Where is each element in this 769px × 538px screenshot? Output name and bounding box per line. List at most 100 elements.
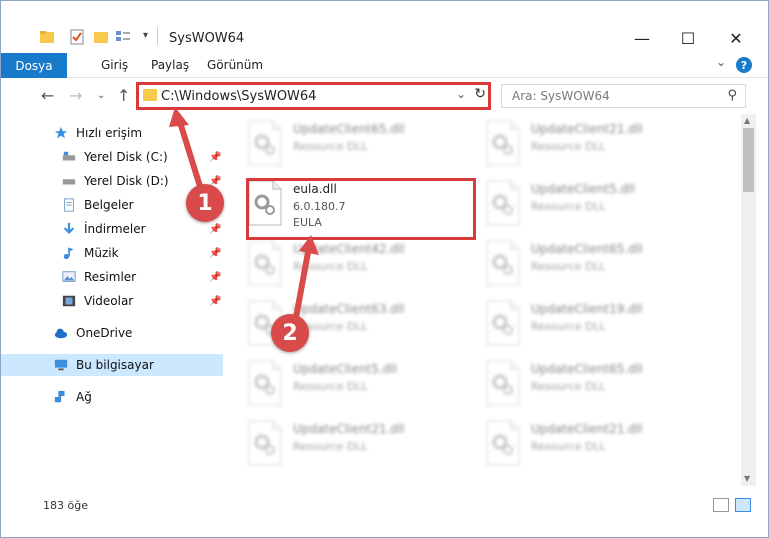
dll-file-icon	[486, 180, 520, 226]
maximize-button[interactable]: ☐	[665, 23, 711, 53]
sidebar-item-music[interactable]: Müzik 📌	[1, 242, 223, 264]
customize-toolbar-icon[interactable]: ▾	[143, 30, 148, 41]
search-box[interactable]: Ara: SysWOW64 ⚲	[501, 84, 746, 108]
close-button[interactable]: ✕	[713, 23, 759, 53]
window-title: SysWOW64	[169, 31, 245, 46]
dll-file-icon	[248, 120, 282, 166]
dll-file-icon	[248, 360, 282, 406]
tab-view[interactable]: Görünüm	[207, 58, 263, 72]
drive-icon	[62, 151, 76, 161]
sidebar-item-network[interactable]: Ağ	[1, 386, 223, 408]
dll-file-icon	[486, 300, 520, 346]
vertical-scrollbar[interactable]: ▲ ▼	[741, 114, 756, 486]
search-icon[interactable]: ⚲	[727, 88, 737, 103]
pin-icon[interactable]: 📌	[209, 224, 221, 235]
file-name: UpdateClient65.dll	[293, 122, 405, 136]
file-description: Resource DLL	[531, 320, 606, 333]
status-bar: 183 öğe	[1, 495, 768, 517]
ribbon-tabs: Dosya Giriş Paylaş Görünüm ⌄ ?	[1, 53, 768, 78]
sidebar-item-this-pc[interactable]: Bu bilgisayar	[1, 354, 223, 376]
file-item[interactable]: UpdateClient21.dll Resource DLL	[485, 418, 710, 476]
tab-share[interactable]: Paylaş	[151, 58, 189, 72]
view-options-icon[interactable]	[115, 29, 133, 45]
minimize-button[interactable]: —	[619, 23, 665, 53]
file-description: Resource DLL	[531, 260, 606, 273]
dll-file-icon	[486, 120, 520, 166]
forward-arrow-icon[interactable]: →	[69, 86, 82, 105]
sidebar-item-label: Belgeler	[84, 198, 134, 212]
title-bar: ▾ SysWOW64 — ☐ ✕	[1, 1, 768, 51]
sidebar-item-pictures[interactable]: Resimler 📌	[1, 266, 223, 288]
dll-file-icon	[248, 420, 282, 466]
dll-file-icon	[486, 420, 520, 466]
file-item[interactable]: UpdateClient19.dll Resource DLL	[485, 298, 710, 356]
file-item[interactable]: UpdateClient5.dll Resource DLL	[247, 358, 472, 416]
sidebar-item-label: Müzik	[84, 246, 119, 260]
dll-file-icon	[486, 240, 520, 286]
file-item[interactable]: UpdateClient21.dll Resource DLL	[247, 418, 472, 476]
pin-icon[interactable]: 📌	[209, 248, 221, 259]
search-input[interactable]: Ara: SysWOW64	[512, 89, 610, 103]
details-view-icon[interactable]	[713, 498, 729, 512]
item-count: 183 öğe	[43, 499, 88, 512]
sidebar-item-label: Ağ	[76, 390, 92, 404]
tab-file[interactable]: Dosya	[1, 53, 67, 78]
file-name: UpdateClient5.dll	[531, 182, 635, 196]
new-folder-icon[interactable]	[93, 29, 109, 45]
file-description: Resource DLL	[531, 380, 606, 393]
sidebar-item-label: Hızlı erişim	[76, 126, 143, 140]
tiles-view-icon[interactable]	[735, 498, 751, 512]
properties-icon[interactable]	[69, 29, 85, 45]
file-item[interactable]: UpdateClient65.dll Resource DLL	[485, 238, 710, 296]
sidebar-item-label: Yerel Disk (C:)	[84, 150, 168, 164]
scroll-down-icon[interactable]: ▼	[744, 474, 750, 483]
step-badge-2: 2	[271, 314, 309, 352]
explorer-window: ▾ SysWOW64 — ☐ ✕ Dosya Giriş Paylaş Görü…	[0, 0, 769, 538]
sidebar-item-videos[interactable]: Videolar 📌	[1, 290, 223, 312]
music-icon	[63, 247, 74, 260]
file-name: UpdateClient21.dll	[531, 422, 643, 436]
file-description: Resource DLL	[531, 200, 606, 213]
sidebar-item-onedrive[interactable]: OneDrive	[1, 322, 223, 344]
file-description: Resource DLL	[293, 380, 368, 393]
download-icon	[63, 222, 75, 235]
network-icon	[54, 390, 65, 403]
file-name: UpdateClient19.dll	[531, 302, 643, 316]
pin-icon[interactable]: 📌	[209, 296, 221, 307]
file-item[interactable]: UpdateClient5.dll Resource DLL	[485, 178, 710, 236]
scroll-thumb[interactable]	[743, 128, 754, 192]
file-name: UpdateClient65.dll	[531, 362, 643, 376]
file-description: Resource DLL	[293, 140, 368, 153]
sidebar-item-label: İndirmeler	[84, 222, 146, 236]
tab-home[interactable]: Giriş	[101, 58, 128, 72]
recent-locations-icon[interactable]: ⌄	[97, 90, 105, 101]
documents-icon	[64, 198, 74, 212]
file-name: UpdateClient21.dll	[293, 422, 405, 436]
help-icon[interactable]: ?	[736, 57, 752, 73]
pin-icon[interactable]: 📌	[209, 272, 221, 283]
file-description: Resource DLL	[293, 440, 368, 453]
videos-icon	[62, 295, 76, 307]
computer-icon	[54, 359, 68, 371]
sidebar-item-label: OneDrive	[76, 326, 133, 340]
up-arrow-icon[interactable]: ↑	[117, 86, 130, 105]
scroll-up-icon[interactable]: ▲	[744, 116, 750, 125]
dll-file-icon	[486, 360, 520, 406]
star-icon	[54, 126, 68, 139]
file-item[interactable]: UpdateClient65.dll Resource DLL	[247, 118, 472, 176]
folder-icon	[40, 31, 54, 43]
sidebar-item-downloads[interactable]: İndirmeler 📌	[1, 218, 223, 240]
file-item[interactable]: UpdateClient21.dll Resource DLL	[485, 118, 710, 176]
file-item[interactable]: UpdateClient65.dll Resource DLL	[485, 358, 710, 416]
drive-icon	[62, 179, 76, 185]
sidebar-item-label: Videolar	[84, 294, 134, 308]
back-arrow-icon[interactable]: ←	[41, 86, 54, 105]
sidebar-item-label: Bu bilgisayar	[76, 358, 154, 372]
file-description: Resource DLL	[531, 140, 606, 153]
pictures-icon	[62, 271, 76, 282]
file-name: UpdateClient5.dll	[293, 362, 397, 376]
file-name: UpdateClient21.dll	[531, 122, 643, 136]
file-name: UpdateClient65.dll	[531, 242, 643, 256]
cloud-icon	[54, 328, 68, 339]
expand-ribbon-icon[interactable]: ⌄	[716, 55, 726, 69]
